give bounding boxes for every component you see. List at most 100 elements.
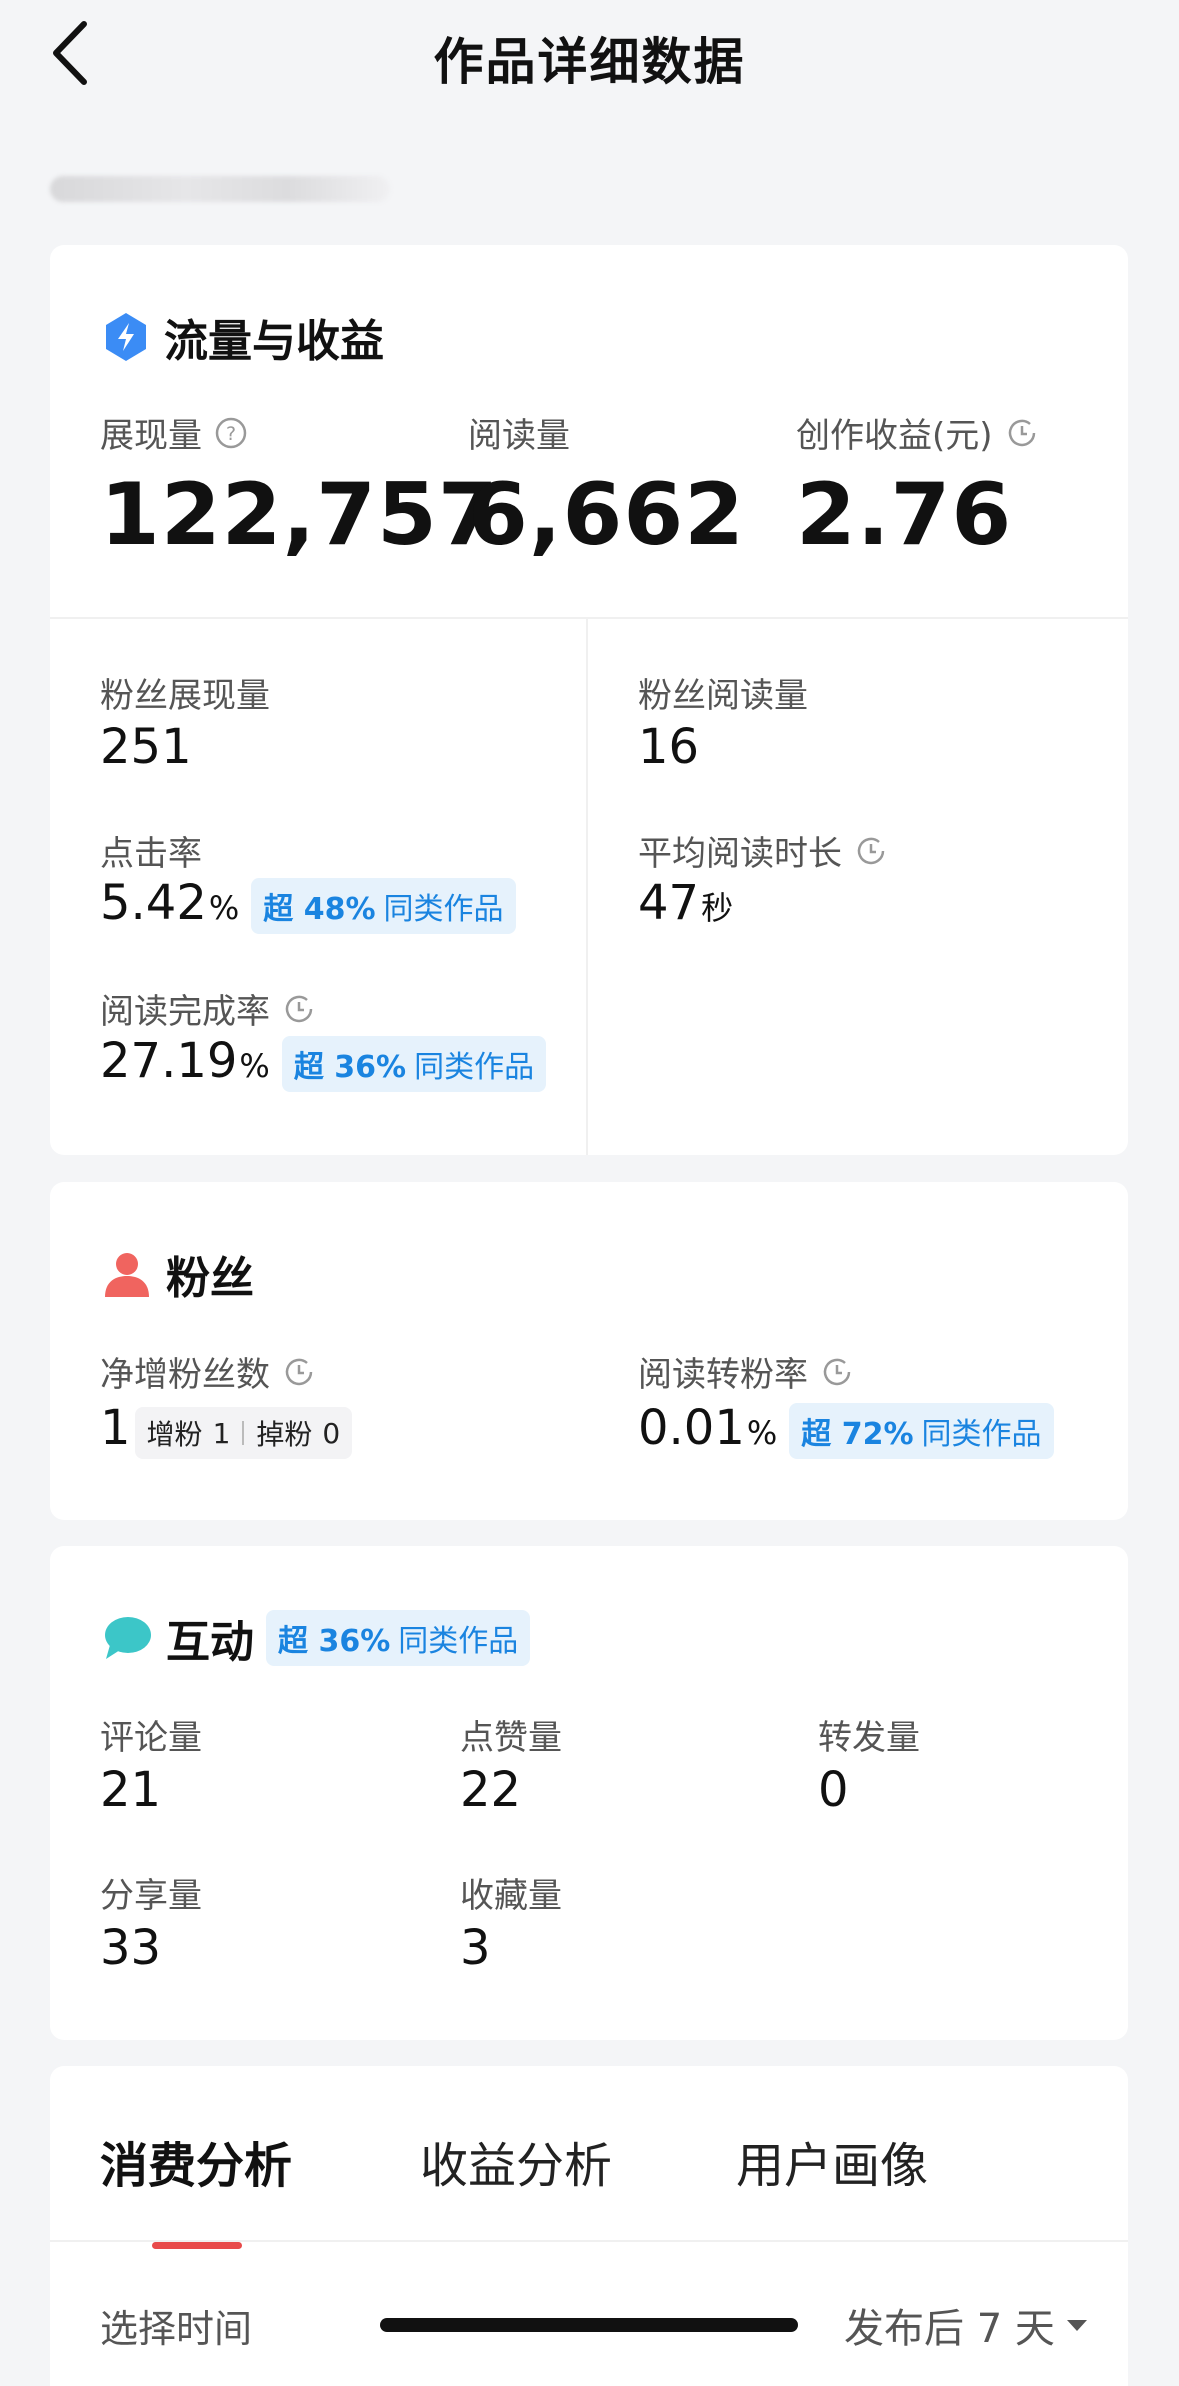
shares-number: 33 bbox=[100, 1920, 162, 1976]
divider bbox=[242, 1421, 245, 1445]
fan-impressions-number: 251 bbox=[100, 719, 192, 775]
reposts-number: 0 bbox=[818, 1762, 849, 1818]
ctr-label: 点击率 bbox=[100, 834, 202, 874]
tab-consumption[interactable]: 消费分析 bbox=[100, 2126, 292, 2196]
clock-refresh-icon[interactable] bbox=[1005, 416, 1039, 450]
traffic-card: 流量与收益 展现量 ? 122,757 阅读量 6,662 创作收益(元) 2.… bbox=[50, 245, 1128, 1155]
likes-label: 点赞量 bbox=[460, 1718, 562, 1758]
ctr-compare-badge: 超 48% 同类作品 bbox=[251, 878, 516, 934]
tab-user-profile[interactable]: 用户画像 bbox=[736, 2126, 928, 2196]
avg-read-value: 47 bbox=[638, 875, 700, 931]
conv-value: 0.01 bbox=[638, 1400, 745, 1456]
comments-value: 21 bbox=[100, 1762, 161, 1818]
interaction-title: 互动 bbox=[166, 1617, 254, 1668]
fan-impressions-label: 粉丝展现量 bbox=[100, 676, 270, 716]
net-fans-label: 净增粉丝数 bbox=[100, 1355, 270, 1395]
help-circle-icon[interactable]: ? bbox=[214, 416, 248, 450]
avg-read-label: 平均阅读时长 bbox=[638, 834, 842, 874]
avg-read-row: 47 秒 bbox=[638, 875, 733, 931]
avg-read-unit: 秒 bbox=[701, 889, 734, 927]
completion-label: 阅读完成率 bbox=[100, 992, 270, 1032]
favorites-number: 3 bbox=[460, 1920, 491, 1976]
interaction-badge-strong: 超 36% bbox=[278, 1624, 391, 1659]
clock-refresh-icon[interactable] bbox=[820, 1355, 854, 1389]
earnings-value: 2.76 bbox=[796, 465, 1013, 565]
bolt-shield-icon bbox=[106, 313, 146, 361]
time-value: 发布后 7 天 bbox=[844, 2306, 1055, 2352]
clock-refresh-icon[interactable] bbox=[854, 834, 888, 868]
conv-unit: % bbox=[746, 1414, 778, 1452]
completion-badge-strong: 超 36% bbox=[293, 1050, 407, 1085]
loss-value: 0 bbox=[322, 1416, 341, 1450]
completion-compare-badge: 超 36% 同类作品 bbox=[281, 1036, 547, 1092]
ctr-unit: % bbox=[208, 889, 240, 927]
net-fans-row: 1 增粉 1 掉粉 0 bbox=[100, 1400, 353, 1459]
conv-label-wrap: 阅读转粉率 bbox=[638, 1347, 854, 1396]
favorites-label: 收藏量 bbox=[460, 1876, 562, 1916]
comments-number: 21 bbox=[100, 1762, 162, 1818]
fans-title: 粉丝 bbox=[166, 1253, 254, 1304]
time-selector[interactable]: 发布后 7 天 bbox=[844, 2296, 1089, 2354]
reads-label: 阅读量 bbox=[468, 416, 570, 456]
conv-row: 0.01 % 超 72% 同类作品 bbox=[638, 1400, 1054, 1459]
blurred-article-title bbox=[50, 176, 390, 202]
conv-badge-rest: 同类作品 bbox=[921, 1417, 1042, 1452]
clock-refresh-icon[interactable] bbox=[282, 1355, 316, 1389]
fan-reads-label: 粉丝阅读量 bbox=[638, 676, 808, 716]
caret-down-icon bbox=[1066, 2320, 1087, 2331]
favorites-value: 3 bbox=[460, 1920, 491, 1976]
clock-refresh-icon[interactable] bbox=[282, 992, 316, 1026]
divider bbox=[50, 617, 1128, 619]
conv-badge-strong: 超 72% bbox=[801, 1417, 914, 1452]
conv-compare-badge: 超 72% 同类作品 bbox=[789, 1403, 1054, 1459]
net-fans-value: 1 bbox=[100, 1400, 131, 1456]
divider bbox=[586, 617, 588, 1155]
chat-bubble-icon bbox=[105, 1617, 151, 1659]
time-label: 选择时间 bbox=[100, 2307, 253, 2351]
gain-value: 1 bbox=[212, 1416, 231, 1450]
completion-label-wrap: 阅读完成率 bbox=[100, 984, 316, 1033]
tab-earnings[interactable]: 收益分析 bbox=[420, 2126, 612, 2196]
conv-label: 阅读转粉率 bbox=[638, 1355, 808, 1395]
ctr-badge-rest: 同类作品 bbox=[383, 892, 504, 927]
completion-unit: % bbox=[239, 1047, 270, 1085]
interaction-compare-badge: 超 36% 同类作品 bbox=[266, 1610, 531, 1666]
net-fans-label-wrap: 净增粉丝数 bbox=[100, 1347, 316, 1396]
fan-impressions-value: 251 bbox=[100, 719, 192, 775]
reposts-label: 转发量 bbox=[818, 1718, 920, 1758]
shares-label: 分享量 bbox=[100, 1876, 202, 1916]
impressions-label-wrap: 展现量 ? bbox=[100, 408, 248, 457]
fan-reads-value: 16 bbox=[638, 719, 699, 775]
loss-label: 掉粉 bbox=[256, 1418, 313, 1451]
svg-text:?: ? bbox=[226, 423, 236, 445]
gain-label: 增粉 bbox=[146, 1418, 203, 1451]
comments-label: 评论量 bbox=[100, 1718, 202, 1758]
person-icon bbox=[105, 1253, 149, 1297]
traffic-title: 流量与收益 bbox=[164, 316, 384, 367]
shares-value: 33 bbox=[100, 1920, 161, 1976]
traffic-header: 流量与收益 bbox=[102, 305, 384, 369]
earnings-label: 创作收益(元) bbox=[796, 416, 993, 456]
fan-reads-number: 16 bbox=[638, 719, 700, 775]
impressions-value: 122,757 bbox=[100, 465, 499, 565]
impressions-label: 展现量 bbox=[100, 416, 202, 456]
interaction-header: 互动 超 36% 同类作品 bbox=[102, 1606, 531, 1670]
top-bar: 作品详细数据 bbox=[0, 0, 1179, 110]
interaction-card: 互动 超 36% 同类作品 评论量 21 点赞量 22 转发量 0 分享量 33… bbox=[50, 1546, 1128, 2040]
ctr-value: 5.42 bbox=[100, 875, 207, 931]
avg-read-label-wrap: 平均阅读时长 bbox=[638, 826, 888, 875]
divider bbox=[50, 2240, 1128, 2242]
fan-change-pill: 增粉 1 掉粉 0 bbox=[134, 1407, 353, 1459]
active-tab-indicator bbox=[152, 2242, 242, 2249]
reposts-value: 0 bbox=[818, 1762, 849, 1818]
likes-value: 22 bbox=[460, 1762, 521, 1818]
reads-value: 6,662 bbox=[468, 465, 746, 565]
ctr-row: 5.42 % 超 48% 同类作品 bbox=[100, 875, 516, 934]
completion-value: 27.19 bbox=[100, 1033, 238, 1089]
earnings-label-wrap: 创作收益(元) bbox=[796, 408, 1039, 457]
fans-header: 粉丝 bbox=[102, 1242, 254, 1306]
analysis-card: 消费分析 收益分析 用户画像 选择时间 发布后 7 天 bbox=[50, 2066, 1128, 2386]
likes-number: 22 bbox=[460, 1762, 522, 1818]
interaction-badge-rest: 同类作品 bbox=[398, 1624, 519, 1659]
fans-card: 粉丝 净增粉丝数 1 增粉 1 掉粉 0 阅读转粉率 0.01 % 超 72% … bbox=[50, 1182, 1128, 1520]
